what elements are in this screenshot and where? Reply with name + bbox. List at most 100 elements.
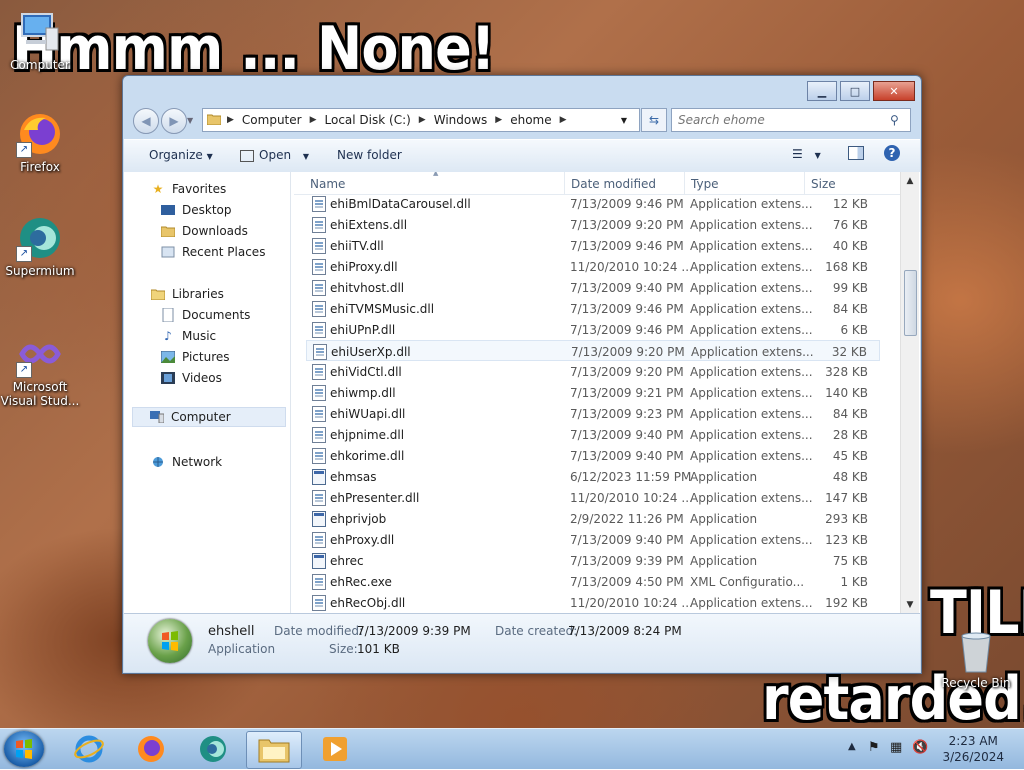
- table-row[interactable]: ehiBmlDataCarousel.dll 7/13/2009 9:46 PM A…: [306, 193, 880, 214]
- documents-icon: [160, 308, 176, 322]
- column-name[interactable]: Name: [310, 177, 345, 191]
- column-type[interactable]: Type: [691, 177, 719, 191]
- table-row[interactable]: ehiiTV.dll 7/13/2009 9:46 PM Application e…: [306, 235, 880, 256]
- view-options-button[interactable]: ☰ ▼: [792, 147, 821, 161]
- breadcrumb-windows[interactable]: Windows: [434, 113, 488, 127]
- start-button[interactable]: [4, 731, 44, 767]
- search-box[interactable]: ⚲: [671, 108, 911, 132]
- close-button[interactable]: ✕: [873, 81, 915, 101]
- breadcrumb-separator-icon[interactable]: ▶: [227, 115, 234, 125]
- taskbar-internet-explorer[interactable]: [62, 731, 116, 767]
- breadcrumb-ehome[interactable]: ehome: [510, 113, 551, 127]
- forward-button[interactable]: ▶: [161, 108, 187, 134]
- file-date-modified: 7/13/2009 9:46 PM: [570, 323, 684, 337]
- nav-libraries[interactable]: Libraries: [150, 287, 224, 301]
- supermium-icon: ↗: [16, 214, 64, 262]
- breadcrumb-local-disk[interactable]: Local Disk (C:): [325, 113, 411, 127]
- taskbar-supermium[interactable]: [186, 731, 240, 767]
- table-row[interactable]: ehiTVMSMusic.dll 7/13/2009 9:46 PM Applica…: [306, 298, 880, 319]
- address-bar[interactable]: ▶ Computer ▶ Local Disk (C:) ▶ Windows ▶…: [202, 108, 640, 132]
- network-status-icon[interactable]: ▦: [890, 740, 902, 755]
- open-button[interactable]: Open ▼: [240, 148, 309, 162]
- nav-favorites[interactable]: ★ Favorites: [150, 182, 227, 196]
- nav-downloads[interactable]: Downloads: [160, 224, 248, 238]
- taskbar-firefox[interactable]: [124, 731, 178, 767]
- file-size: 48 KB: [832, 470, 868, 484]
- preview-pane-icon: [848, 146, 864, 160]
- nav-desktop[interactable]: Desktop: [160, 203, 232, 217]
- desktop-icon-firefox[interactable]: ↗ Firefox: [0, 110, 80, 174]
- taskbar-windows-explorer[interactable]: [246, 731, 302, 769]
- table-row[interactable]: ehiProxy.dll 11/20/2010 10:24 ... Applicat…: [306, 256, 880, 277]
- column-date-modified[interactable]: Date modified: [571, 177, 656, 191]
- address-dropdown-icon[interactable]: ▼: [621, 116, 627, 125]
- table-row[interactable]: ehProxy.dll 7/13/2009 9:40 PM Application …: [306, 529, 880, 550]
- refresh-button[interactable]: ⇆: [641, 108, 667, 132]
- table-row[interactable]: ehjpnime.dll 7/13/2009 9:40 PM Application…: [306, 424, 880, 445]
- nav-music[interactable]: ♪ Music: [160, 329, 216, 343]
- nav-network[interactable]: Network: [150, 455, 222, 469]
- breadcrumb-separator-icon[interactable]: ▶: [310, 115, 317, 125]
- table-row[interactable]: ehiUPnP.dll 7/13/2009 9:46 PM Application …: [306, 319, 880, 340]
- action-center-flag-icon[interactable]: ⚑: [868, 740, 880, 755]
- scroll-thumb[interactable]: [904, 270, 917, 336]
- table-row[interactable]: ehiWUapi.dll 7/13/2009 9:23 PM Application…: [306, 403, 880, 424]
- scroll-down-arrow-icon[interactable]: ▼: [901, 596, 919, 613]
- scroll-up-arrow-icon[interactable]: ▲: [901, 172, 919, 189]
- breadcrumb-separator-icon[interactable]: ▶: [495, 115, 502, 125]
- search-input[interactable]: [672, 112, 890, 128]
- file-size: 99 KB: [832, 281, 868, 295]
- nav-computer[interactable]: Computer: [132, 407, 286, 427]
- nav-videos[interactable]: Videos: [160, 371, 222, 385]
- navigation-pane: ★ Favorites Desktop Downloads Recent Plac…: [124, 172, 291, 613]
- recent-pages-chevron-icon[interactable]: ▼: [187, 116, 193, 125]
- minimize-button[interactable]: ▁: [807, 81, 837, 101]
- table-row[interactable]: ehRec.exe 7/13/2009 4:50 PM XML Configurat…: [306, 571, 880, 592]
- search-icon[interactable]: ⚲: [890, 113, 899, 127]
- table-row[interactable]: ehitvhost.dll 7/13/2009 9:40 PM Applicatio…: [306, 277, 880, 298]
- table-row[interactable]: ehiUserXp.dll 7/13/2009 9:20 PM Applicatio…: [306, 340, 880, 361]
- table-row[interactable]: ehiVidCtl.dll 7/13/2009 9:20 PM Applicatio…: [306, 361, 880, 382]
- organize-button[interactable]: Organize ▼: [149, 148, 213, 162]
- file-date-modified: 7/13/2009 9:40 PM: [570, 428, 684, 442]
- breadcrumb-separator-icon[interactable]: ▶: [560, 115, 567, 125]
- dll-file-icon: [312, 217, 326, 233]
- taskbar-media-player[interactable]: [308, 731, 362, 767]
- table-row[interactable]: ehkorime.dll 7/13/2009 9:40 PM Application…: [306, 445, 880, 466]
- desktop-icon-computer[interactable]: Computer: [0, 8, 80, 72]
- table-row[interactable]: ehPresenter.dll 11/20/2010 10:24 ... Appli…: [306, 487, 880, 508]
- file-date-modified: 7/13/2009 9:46 PM: [570, 197, 684, 211]
- file-type: Application: [690, 512, 758, 526]
- file-date-modified: 7/13/2009 9:46 PM: [570, 302, 684, 316]
- desktop-icon-recycle-bin[interactable]: Recycle Bin: [936, 630, 1016, 690]
- show-hidden-icons-button[interactable]: ▲: [848, 741, 856, 752]
- clock[interactable]: 2:23 AM 3/26/2024: [942, 733, 1004, 765]
- new-folder-button[interactable]: New folder: [337, 148, 402, 162]
- breadcrumb-separator-icon[interactable]: ▶: [419, 115, 426, 125]
- maximize-button[interactable]: □: [840, 81, 870, 101]
- nav-pictures[interactable]: Pictures: [160, 350, 230, 364]
- firefox-icon: [138, 736, 164, 762]
- vertical-scrollbar[interactable]: ▲ ▼: [900, 172, 919, 613]
- file-size: 140 KB: [825, 386, 868, 400]
- help-button[interactable]: ?: [884, 145, 900, 161]
- column-size[interactable]: Size: [811, 177, 836, 191]
- nav-documents[interactable]: Documents: [160, 308, 250, 322]
- file-size: 192 KB: [825, 596, 868, 610]
- minimize-icon: ▁: [817, 84, 827, 98]
- volume-muted-icon[interactable]: 🔇: [912, 740, 928, 755]
- breadcrumb-computer[interactable]: Computer: [242, 113, 302, 127]
- table-row[interactable]: ehiwmp.dll 7/13/2009 9:21 PM Application e…: [306, 382, 880, 403]
- table-row[interactable]: ehiExtens.dll 7/13/2009 9:20 PM Applicatio…: [306, 214, 880, 235]
- desktop-icon-supermium[interactable]: ↗ Supermium: [0, 214, 80, 278]
- preview-pane-button[interactable]: [848, 146, 864, 163]
- desktop-icon-visual-studio[interactable]: ↗ Microsoft Visual Stud...: [0, 330, 80, 408]
- table-row[interactable]: ehrec 7/13/2009 9:39 PM Application 75 KB: [306, 550, 880, 571]
- file-name: ehrec: [330, 554, 364, 568]
- file-date-modified: 11/20/2010 10:24 ...: [570, 596, 693, 610]
- back-button[interactable]: ◀: [133, 108, 159, 134]
- table-row[interactable]: ehprivjob 2/9/2022 11:26 PM Application 293…: [306, 508, 880, 529]
- nav-recent-places[interactable]: Recent Places: [160, 245, 265, 259]
- table-row[interactable]: ehmsas 6/12/2023 11:59 PM Application 48 KB: [306, 466, 880, 487]
- table-row[interactable]: ehRecObj.dll 11/20/2010 10:24 ... Applicat…: [306, 592, 880, 613]
